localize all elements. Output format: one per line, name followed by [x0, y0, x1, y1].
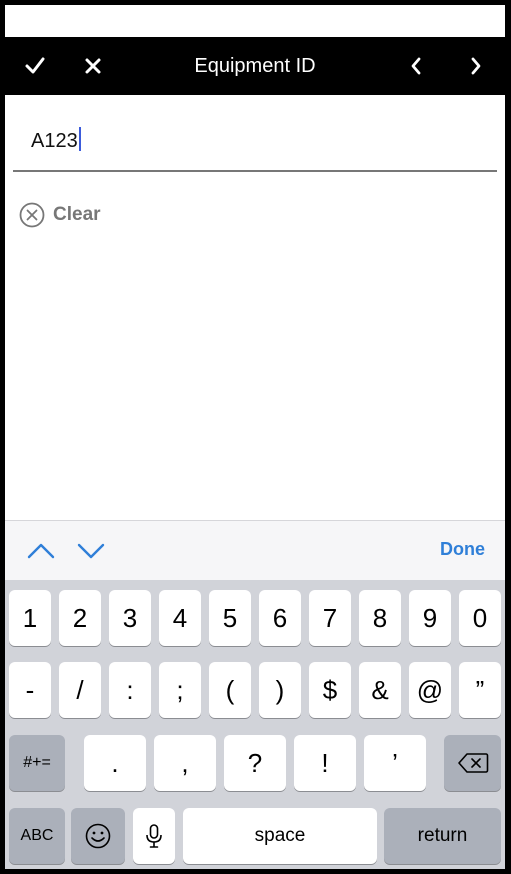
app-screen: Equipment ID A123 Clear Done 1 2 3 4 5 6… [5, 5, 505, 869]
input-value: A123 [31, 130, 78, 152]
key-dollar[interactable]: $ [309, 662, 351, 718]
clear-label: Clear [53, 204, 101, 225]
equipment-id-input[interactable]: A123 [13, 95, 497, 172]
next-field-button[interactable] [73, 539, 109, 563]
checkmark-icon [25, 57, 45, 74]
chevron-up-icon [27, 543, 55, 559]
key-0[interactable]: 0 [459, 590, 501, 646]
next-button[interactable] [451, 37, 501, 95]
chevron-down-icon [77, 543, 105, 559]
key-9[interactable]: 9 [409, 590, 451, 646]
key-apostrophe[interactable]: ’ [364, 735, 426, 791]
chevron-right-icon [471, 57, 481, 75]
confirm-button[interactable] [10, 37, 60, 95]
key-hyphen[interactable]: - [9, 662, 51, 718]
key-period[interactable]: . [84, 735, 146, 791]
status-bar [5, 5, 505, 37]
key-at[interactable]: @ [409, 662, 451, 718]
key-3[interactable]: 3 [109, 590, 151, 646]
key-1[interactable]: 1 [9, 590, 51, 646]
clear-button[interactable]: Clear [19, 200, 101, 230]
keyboard: 1 2 3 4 5 6 7 8 9 0 - / : ; ( ) $ & @ ” … [5, 580, 505, 869]
cancel-button[interactable] [68, 37, 118, 95]
key-quote[interactable]: ” [459, 662, 501, 718]
key-slash[interactable]: / [59, 662, 101, 718]
text-caret [78, 127, 81, 151]
key-comma[interactable]: , [154, 735, 216, 791]
page-title: Equipment ID [194, 55, 316, 77]
key-abc[interactable]: ABC [9, 808, 65, 864]
chevron-left-icon [411, 57, 421, 75]
keyboard-accessory-bar: Done [5, 520, 505, 581]
key-7[interactable]: 7 [309, 590, 351, 646]
close-icon [85, 58, 101, 74]
backspace-key[interactable] [444, 735, 501, 791]
key-symbols[interactable]: #+= [9, 735, 65, 791]
nav-bar: Equipment ID [5, 37, 505, 95]
dictation-key[interactable] [133, 808, 175, 864]
key-exclamation[interactable]: ! [294, 735, 356, 791]
key-open-paren[interactable]: ( [209, 662, 251, 718]
emoji-icon [85, 823, 111, 849]
key-6[interactable]: 6 [259, 590, 301, 646]
key-question[interactable]: ? [224, 735, 286, 791]
return-key[interactable]: return [384, 808, 501, 864]
key-semicolon[interactable]: ; [159, 662, 201, 718]
backspace-icon [457, 753, 488, 773]
key-2[interactable]: 2 [59, 590, 101, 646]
microphone-icon [146, 824, 162, 848]
key-close-paren[interactable]: ) [259, 662, 301, 718]
previous-field-button[interactable] [23, 539, 59, 563]
done-button[interactable]: Done [440, 539, 485, 560]
key-5[interactable]: 5 [209, 590, 251, 646]
key-ampersand[interactable]: & [359, 662, 401, 718]
emoji-key[interactable] [71, 808, 125, 864]
key-8[interactable]: 8 [359, 590, 401, 646]
key-4[interactable]: 4 [159, 590, 201, 646]
previous-button[interactable] [391, 37, 441, 95]
space-key[interactable]: space [183, 808, 377, 864]
key-colon[interactable]: : [109, 662, 151, 718]
circle-x-icon [19, 202, 45, 228]
